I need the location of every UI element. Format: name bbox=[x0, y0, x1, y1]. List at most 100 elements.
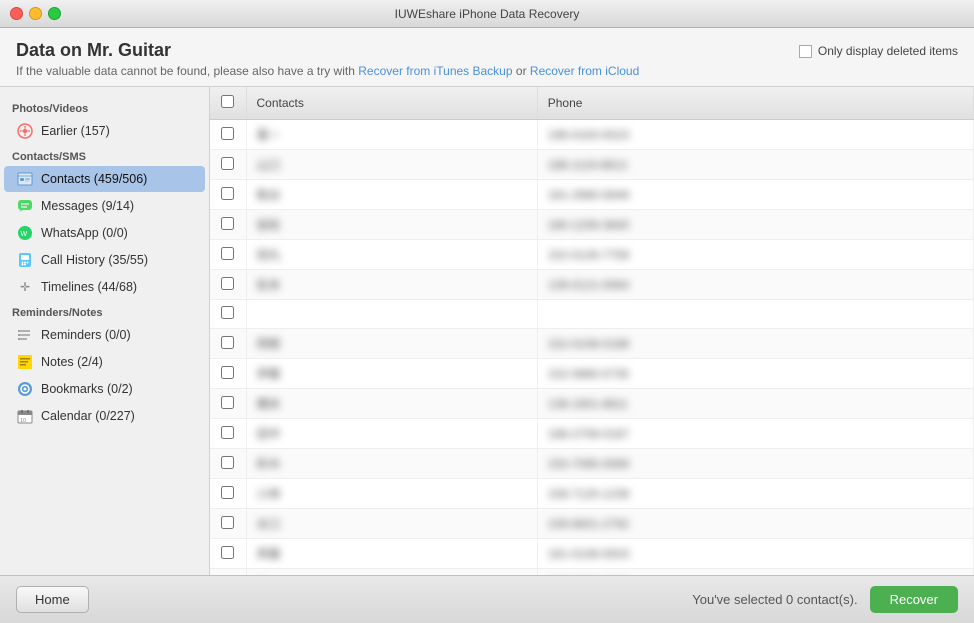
footer-status: You've selected 0 contact(s). bbox=[692, 592, 857, 607]
contact-phone: 139-0121-0064 bbox=[537, 270, 973, 300]
row-checkbox-1[interactable] bbox=[221, 157, 234, 170]
sidebar-item-contacts[interactable]: Contacts (459/506) bbox=[4, 166, 205, 192]
sidebar-item-messages[interactable]: Messages (9/14) bbox=[4, 193, 205, 219]
sidebar-item-reminders[interactable]: Reminders (0/0) bbox=[4, 322, 205, 348]
contact-phone bbox=[537, 300, 973, 329]
svg-text:✛: ✛ bbox=[20, 280, 30, 294]
window-controls[interactable] bbox=[10, 7, 61, 20]
contact-phone: 138-1901-8811 bbox=[537, 389, 973, 419]
earlier-icon bbox=[16, 122, 34, 140]
contact-name: 水口 bbox=[246, 509, 537, 539]
sidebar-item-label-reminders: Reminders (0/0) bbox=[41, 328, 131, 342]
row-checkbox-cell bbox=[210, 240, 246, 270]
row-checkbox-5[interactable] bbox=[221, 277, 234, 290]
select-all-checkbox[interactable] bbox=[221, 95, 234, 108]
table-row: 水口159-6601-2792 bbox=[210, 509, 974, 539]
contact-name: 粕谷 bbox=[246, 180, 537, 210]
sidebar-item-label-callhistory: Call History (35/55) bbox=[41, 253, 148, 267]
sidebar-item-earlier[interactable]: Earlier (157) bbox=[4, 118, 205, 144]
row-checkbox-9[interactable] bbox=[221, 396, 234, 409]
col-phone: Phone bbox=[537, 87, 973, 120]
sidebar-item-timelines[interactable]: ✛ Timelines (44/68) bbox=[4, 274, 205, 300]
recover-button[interactable]: Recover bbox=[870, 586, 958, 613]
row-checkbox-cell bbox=[210, 329, 246, 359]
whatsapp-icon: W bbox=[16, 224, 34, 242]
close-button[interactable] bbox=[10, 7, 23, 20]
table-row: 鈴木150-7095-0069 bbox=[210, 449, 974, 479]
row-checkbox-cell bbox=[210, 120, 246, 150]
row-checkbox-cell bbox=[210, 539, 246, 569]
sidebar-item-label-calendar: Calendar (0/227) bbox=[41, 409, 135, 423]
row-checkbox-cell bbox=[210, 180, 246, 210]
sidebar-section-reminders-notes: Reminders/Notes bbox=[0, 301, 209, 321]
row-checkbox-cell bbox=[210, 359, 246, 389]
contact-name: 山口 bbox=[246, 150, 537, 180]
timelines-icon: ✛ bbox=[16, 278, 34, 296]
page-title: Data on Mr. Guitar bbox=[16, 40, 639, 61]
messages-icon bbox=[16, 197, 34, 215]
reminders-icon bbox=[16, 326, 34, 344]
sidebar-item-bookmarks[interactable]: Bookmarks (0/2) bbox=[4, 376, 205, 402]
sidebar-item-callhistory[interactable]: Call History (35/55) bbox=[4, 247, 205, 273]
row-checkbox-6[interactable] bbox=[221, 306, 234, 319]
contact-phone: 158-7120-1238 bbox=[537, 479, 973, 509]
header: Data on Mr. Guitar If the valuable data … bbox=[0, 28, 974, 87]
svg-text:W: W bbox=[21, 231, 28, 238]
row-checkbox-13[interactable] bbox=[221, 516, 234, 529]
row-checkbox-cell bbox=[210, 479, 246, 509]
calendar-icon: 10 bbox=[16, 407, 34, 425]
contact-phone: 152-0880-0735 bbox=[537, 359, 973, 389]
row-checkbox-cell bbox=[210, 210, 246, 240]
only-deleted-checkbox[interactable] bbox=[799, 45, 812, 58]
row-checkbox-4[interactable] bbox=[221, 247, 234, 260]
subtitle: If the valuable data cannot be found, pl… bbox=[16, 64, 639, 78]
row-checkbox-3[interactable] bbox=[221, 217, 234, 230]
row-checkbox-cell bbox=[210, 150, 246, 180]
contact-name: 松本 bbox=[246, 270, 537, 300]
minimize-button[interactable] bbox=[29, 7, 42, 20]
row-checkbox-cell bbox=[210, 389, 246, 419]
table-row: 小林158-7120-1238 bbox=[210, 479, 974, 509]
table-row: 粕谷181-2980-5849 bbox=[210, 180, 974, 210]
contact-name: 伊藤 bbox=[246, 359, 537, 389]
bookmarks-icon bbox=[16, 380, 34, 398]
row-checkbox-cell bbox=[210, 449, 246, 479]
contacts-icon bbox=[16, 170, 34, 188]
data-table-container[interactable]: Contacts Phone 葛ー196-0163-5523山口188-1119… bbox=[210, 87, 974, 575]
contacts-table: Contacts Phone 葛ー196-0163-5523山口188-1119… bbox=[210, 87, 974, 575]
header-left: Data on Mr. Guitar If the valuable data … bbox=[16, 40, 639, 78]
row-checkbox-cell bbox=[210, 509, 246, 539]
contact-phone: 152-0126-7758 bbox=[537, 240, 973, 270]
row-checkbox-10[interactable] bbox=[221, 426, 234, 439]
table-row bbox=[210, 300, 974, 329]
icloud-link[interactable]: Recover from iCloud bbox=[530, 64, 639, 78]
or-separator: or bbox=[516, 64, 530, 78]
itunes-backup-link[interactable]: Recover from iTunes Backup bbox=[358, 64, 512, 78]
sidebar-item-label-timelines: Timelines (44/68) bbox=[41, 280, 137, 294]
maximize-button[interactable] bbox=[48, 7, 61, 20]
col-checkbox bbox=[210, 87, 246, 120]
row-checkbox-0[interactable] bbox=[221, 127, 234, 140]
contact-phone: 181-0108-5503 bbox=[537, 539, 973, 569]
contact-phone: 159-6601-2792 bbox=[537, 509, 973, 539]
sidebar: Photos/VideosEarlier (157)Contacts/SMSCo… bbox=[0, 87, 210, 575]
contact-phone: 150-7095-0069 bbox=[537, 449, 973, 479]
table-row: 山口188-1119-8812 bbox=[210, 150, 974, 180]
home-button[interactable]: Home bbox=[16, 586, 89, 613]
row-checkbox-7[interactable] bbox=[221, 336, 234, 349]
footer-right: You've selected 0 contact(s). Recover bbox=[692, 586, 958, 613]
row-checkbox-12[interactable] bbox=[221, 486, 234, 499]
row-checkbox-11[interactable] bbox=[221, 456, 234, 469]
content-area: Contacts Phone 葛ー196-0163-5523山口188-1119… bbox=[210, 87, 974, 575]
sidebar-item-calendar[interactable]: 10 Calendar (0/227) bbox=[4, 403, 205, 429]
sidebar-item-notes[interactable]: Notes (2/4) bbox=[4, 349, 205, 375]
sidebar-item-label-bookmarks: Bookmarks (0/2) bbox=[41, 382, 133, 396]
contact-name: 鈴木 bbox=[246, 449, 537, 479]
table-row: 岩松180-1209-3840 bbox=[210, 210, 974, 240]
row-checkbox-2[interactable] bbox=[221, 187, 234, 200]
sidebar-item-whatsapp[interactable]: WWhatsApp (0/0) bbox=[4, 220, 205, 246]
main-content: Data on Mr. Guitar If the valuable data … bbox=[0, 28, 974, 623]
row-checkbox-8[interactable] bbox=[221, 366, 234, 379]
contact-phone: 181-2980-5849 bbox=[537, 180, 973, 210]
row-checkbox-14[interactable] bbox=[221, 546, 234, 559]
